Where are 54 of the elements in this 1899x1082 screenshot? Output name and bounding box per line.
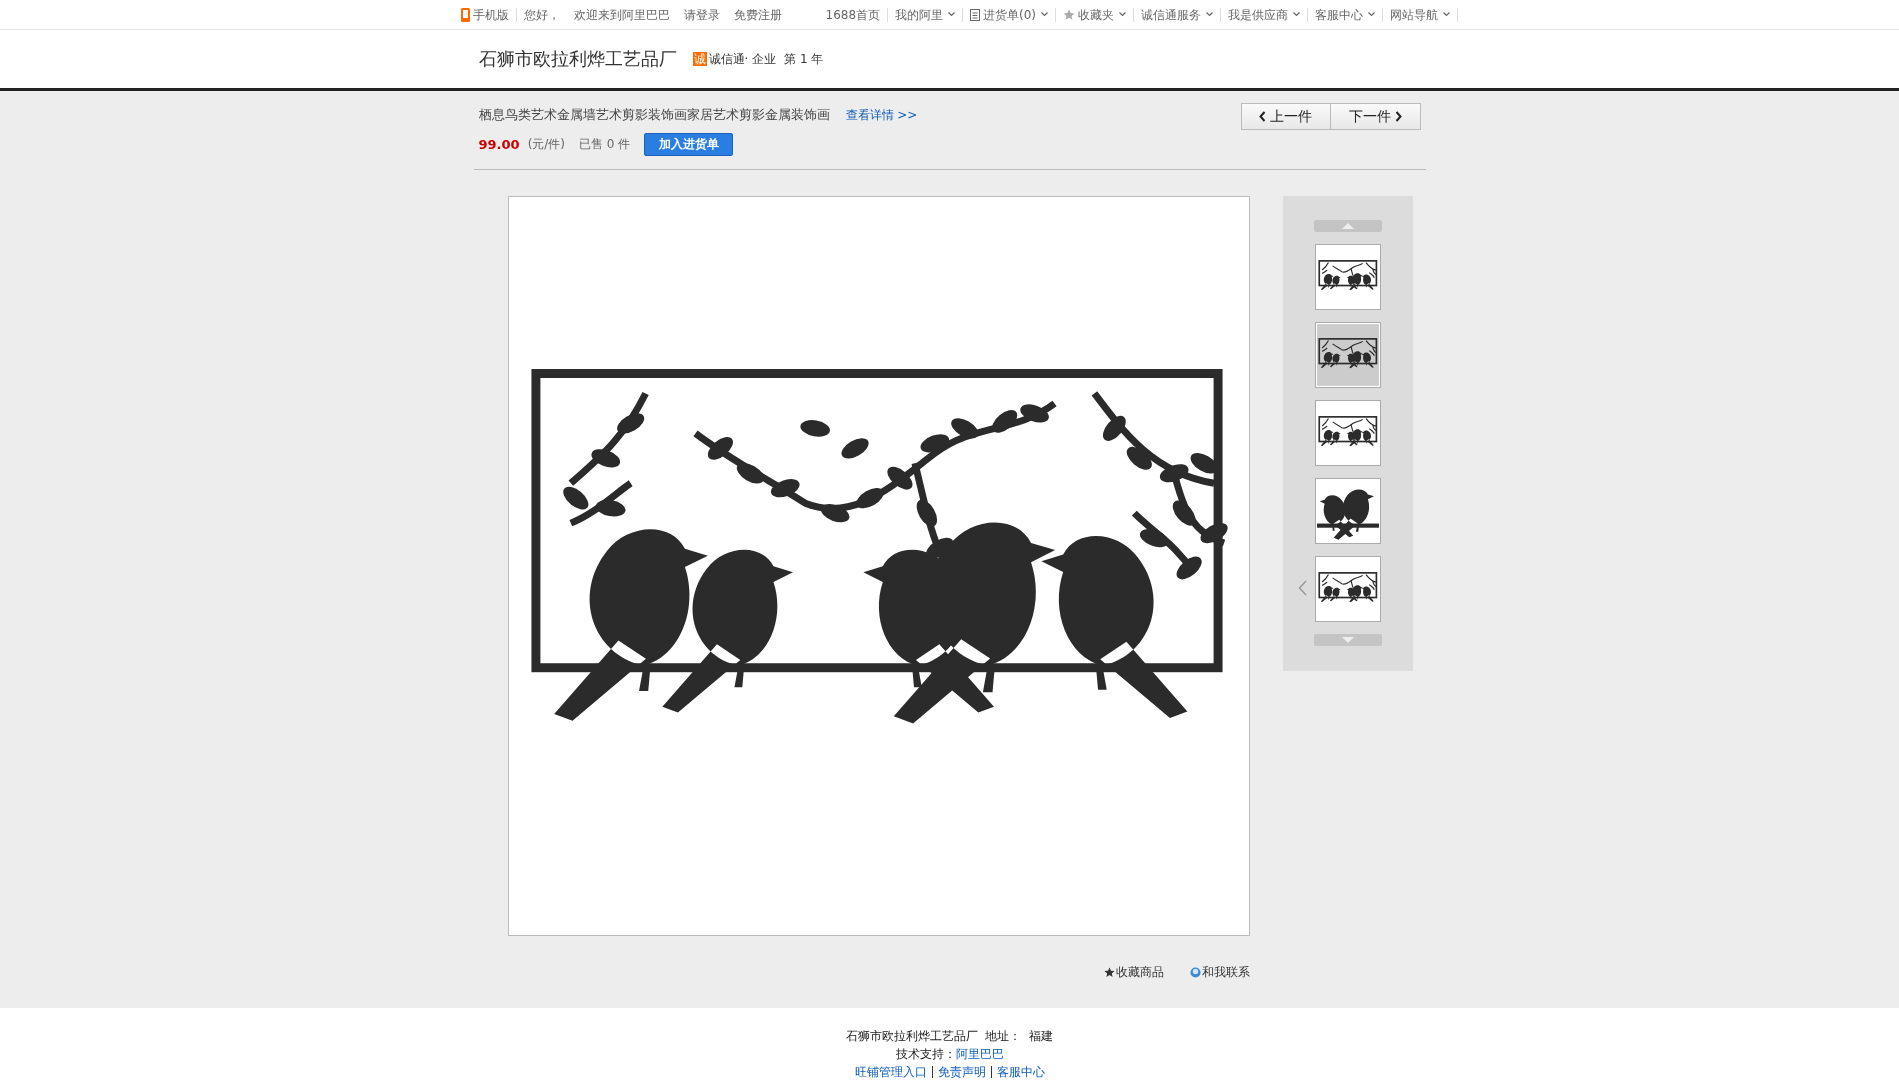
top-link[interactable]: 您好， [516,7,567,22]
support-link[interactable]: 阿里巴巴 [955,1045,1004,1063]
support-label: 技术支持： [895,1046,956,1063]
list-icon [970,8,981,21]
next-button[interactable]: 下一件 [1330,103,1421,130]
top-link[interactable]: 我是供应商 [1221,7,1309,22]
thumbnail-image[interactable] [1314,322,1381,388]
thumbnail-image[interactable] [1314,244,1381,310]
thumbnail-image[interactable] [1314,556,1381,622]
chevron-left-icon [1259,111,1266,122]
previous-button[interactable]: 上一件 [1240,103,1331,130]
top-link[interactable]: 客服中心 [1308,7,1384,22]
add-to-list-button[interactable]: 加入进货单 [644,133,734,156]
top-link[interactable]: 欢迎来到阿里巴巴 [566,7,677,22]
thumbnail-image[interactable] [1314,400,1381,466]
chat-icon [1189,967,1201,978]
thumbnail-image[interactable] [1314,478,1381,544]
chevron-right-icon [1394,111,1402,122]
price-unit: (元/件) [527,136,566,153]
top-link[interactable]: 收藏夹 [1056,7,1135,22]
footer-link[interactable]: 免责声明 [931,1066,986,1078]
star-icon [1063,8,1076,21]
caret-icon [1368,12,1376,17]
footer-link[interactable]: 客服中心 [990,1066,1045,1078]
company-name: 石狮市欧拉利烨工艺品厂 [478,47,677,71]
triangle-up-icon [1341,223,1354,229]
top-link[interactable]: 网站导航 [1383,7,1459,22]
integrity-badge: 诚 [692,52,707,66]
star-icon [1103,967,1115,978]
caret-icon [1293,12,1301,17]
membership-label: 诚信通· 企业 [708,50,777,68]
membership-years: 第 1 年 [784,50,824,68]
action-link[interactable]: 和我联系 [1189,964,1250,981]
footer-link[interactable]: 旺铺管理入口 [854,1063,927,1081]
top-link[interactable]: 请登录 [676,7,727,22]
top-link[interactable]: 进货单(0) [963,7,1057,22]
top-link[interactable]: 免费注册 [726,7,789,22]
caret-icon [1041,12,1049,17]
details-link[interactable]: 查看详情 >> [845,106,918,124]
top-link[interactable]: 我的阿里 [888,7,964,22]
triangle-down-icon [1341,637,1354,643]
sold-count: 已售 0 件 [579,136,631,153]
action-link[interactable]: 收藏商品 [1103,964,1164,981]
caret-icon [1443,12,1451,17]
phone-icon [460,7,470,22]
caret-icon [948,12,956,17]
top-link[interactable]: 1688首页 [818,7,889,22]
top-link[interactable]: 手机版 [453,7,517,22]
caret-icon [1119,12,1127,17]
price: 99.00 [478,137,520,152]
caret-icon [1206,12,1214,17]
top-link[interactable]: 诚信通服务 [1134,7,1222,22]
product-title: 栖息鸟类艺术金属墙艺术剪影装饰画家居艺术剪影金属装饰画 [478,106,830,124]
footer-address: 石狮市欧拉利烨工艺品厂 地址： 福建 [845,1028,1054,1045]
